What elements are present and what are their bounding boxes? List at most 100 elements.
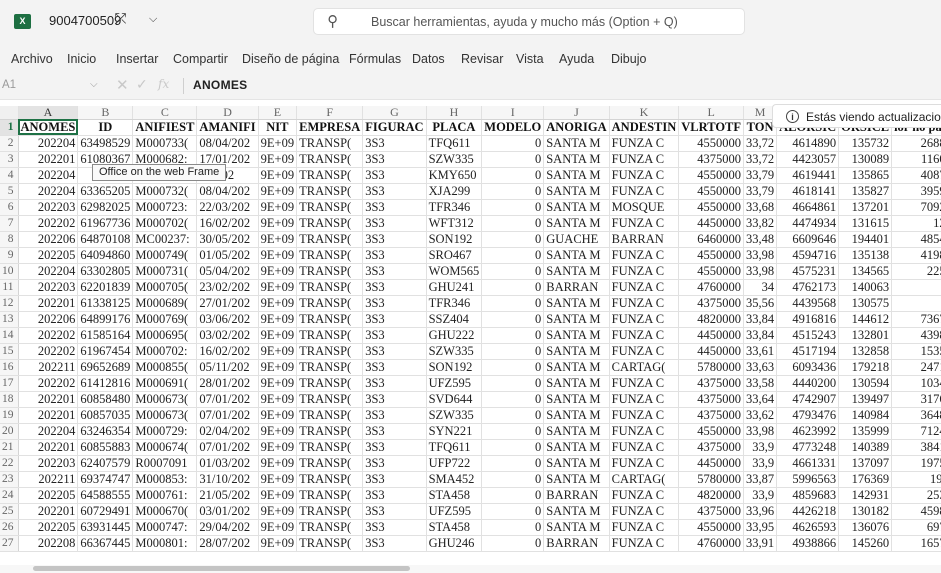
cell[interactable]: 33,64 [743,391,778,408]
cell[interactable]: SANTA M [543,247,610,264]
cell[interactable]: 6609646 [776,231,840,248]
cell[interactable]: 07/01/202 [196,407,259,424]
cell[interactable]: SANTA M [543,375,610,392]
cell[interactable]: 202204 [18,423,79,440]
cell[interactable]: 34 [743,279,778,296]
cell[interactable]: M000801: [132,535,198,552]
cell[interactable]: 33,48 [743,231,778,248]
cell[interactable]: 4550000 [678,167,745,184]
cell[interactable]: 0 [481,215,545,232]
cell[interactable]: 140389 [838,439,893,456]
cell[interactable]: SANTA M [543,423,610,440]
cell[interactable]: FUNZA C [609,327,680,344]
cell[interactable]: FUNZA C [609,455,680,472]
cell[interactable]: 3S3 [362,519,427,536]
cell[interactable]: 202201 [18,439,79,456]
cell[interactable]: 4515243 [776,327,840,344]
cell[interactable]: 9E+09 [258,439,298,456]
cell[interactable]: 202204 [18,183,79,200]
cell[interactable]: 33,98 [743,247,778,264]
header-cell[interactable]: EMPRESA [296,119,364,136]
cell[interactable]: 4440200 [776,375,840,392]
cell[interactable]: TRANSP( [296,183,364,200]
cell[interactable]: 69780,2 [891,519,941,536]
cell[interactable]: M000729: [132,423,198,440]
cell[interactable]: 4760000 [678,535,745,552]
cell[interactable]: 03/06/202 [196,311,259,328]
cell[interactable]: SANTA M [543,359,610,376]
column-header-l[interactable]: L [678,106,745,120]
cell[interactable]: TRANSP( [296,247,364,264]
cell[interactable]: 202211 [18,359,79,376]
cell[interactable]: 0 [481,535,545,552]
cell[interactable]: 4614890 [776,135,840,152]
cell[interactable]: FUNZA C [609,391,680,408]
cell[interactable]: 202202 [18,375,79,392]
cell[interactable]: TRANSP( [296,455,364,472]
cell[interactable]: FUNZA C [609,247,680,264]
header-cell[interactable]: ID [77,119,134,136]
cell[interactable]: 3S3 [362,247,427,264]
cell[interactable]: SANTA M [543,471,610,488]
cell[interactable]: 62982025 [77,199,134,216]
cell[interactable]: TRANSP( [296,439,364,456]
cell[interactable]: 0 [481,279,545,296]
cell[interactable]: 3S3 [362,295,427,312]
cell[interactable]: 0 [481,487,545,504]
cell[interactable]: 05/04/202 [196,263,259,280]
cell[interactable]: 02/04/202 [196,423,259,440]
cell[interactable]: 3S3 [362,359,427,376]
chevron-down-icon[interactable]: ⌵ [90,79,98,90]
cell[interactable]: 202201 [18,407,79,424]
cell[interactable]: 202205 [18,247,79,264]
menu-compartir[interactable]: Compartir [173,52,228,66]
cell[interactable]: 139497 [838,391,893,408]
cell[interactable]: 4517194 [776,343,840,360]
cell[interactable]: 08/04/202 [196,183,259,200]
cell[interactable]: 202204 [18,135,79,152]
cell[interactable]: 33,87 [743,471,778,488]
cell[interactable]: 4450000 [678,215,745,232]
cell[interactable]: 135999 [838,423,893,440]
cell[interactable]: 45980,72 [891,503,941,520]
cell[interactable]: 33,68 [743,199,778,216]
cell[interactable]: 3S3 [362,199,427,216]
row-header[interactable]: 16 [0,359,19,376]
cell[interactable]: 40878,35 [891,167,941,184]
cell[interactable]: 176369 [838,471,893,488]
cell[interactable]: SON192 [426,231,483,248]
row-header[interactable]: 1 [0,119,19,136]
cell[interactable]: 142931 [838,487,893,504]
cell[interactable]: FUNZA C [609,295,680,312]
cell[interactable]: 4375000 [678,439,745,456]
cell[interactable]: 3S3 [362,455,427,472]
cell[interactable]: M000731( [132,263,198,280]
cell[interactable]: 0 [481,199,545,216]
cell[interactable]: TRANSP( [296,519,364,536]
cell[interactable]: 0 [481,167,545,184]
cell[interactable]: 4375000 [678,375,745,392]
cell[interactable]: 60857035 [77,407,134,424]
cell[interactable]: 5780000 [678,359,745,376]
cell[interactable]: FUNZA C [609,183,680,200]
cell[interactable]: STA458 [426,519,483,536]
cell[interactable]: UFZ595 [426,503,483,520]
cell[interactable]: 3S3 [362,135,427,152]
cell[interactable]: 9E+09 [258,215,298,232]
cell[interactable]: M000691( [132,375,198,392]
cell[interactable]: M000670( [132,503,198,520]
cell[interactable]: 3S3 [362,471,427,488]
name-box[interactable]: A1 ⌵ [0,76,104,96]
cell[interactable]: TFQ611 [426,439,483,456]
cell[interactable]: TRANSP( [296,327,364,344]
cell[interactable]: 4550000 [678,183,745,200]
cell[interactable]: 4623992 [776,423,840,440]
cell[interactable]: 9E+09 [258,487,298,504]
cell[interactable]: 0 [481,295,545,312]
cell[interactable]: KMY650 [426,167,483,184]
cell[interactable]: 60729491 [77,503,134,520]
chevron-down-icon[interactable]: ⌵ [149,13,157,26]
cell[interactable]: TRANSP( [296,279,364,296]
cell[interactable]: M000689( [132,295,198,312]
cell[interactable]: 202206 [18,231,79,248]
